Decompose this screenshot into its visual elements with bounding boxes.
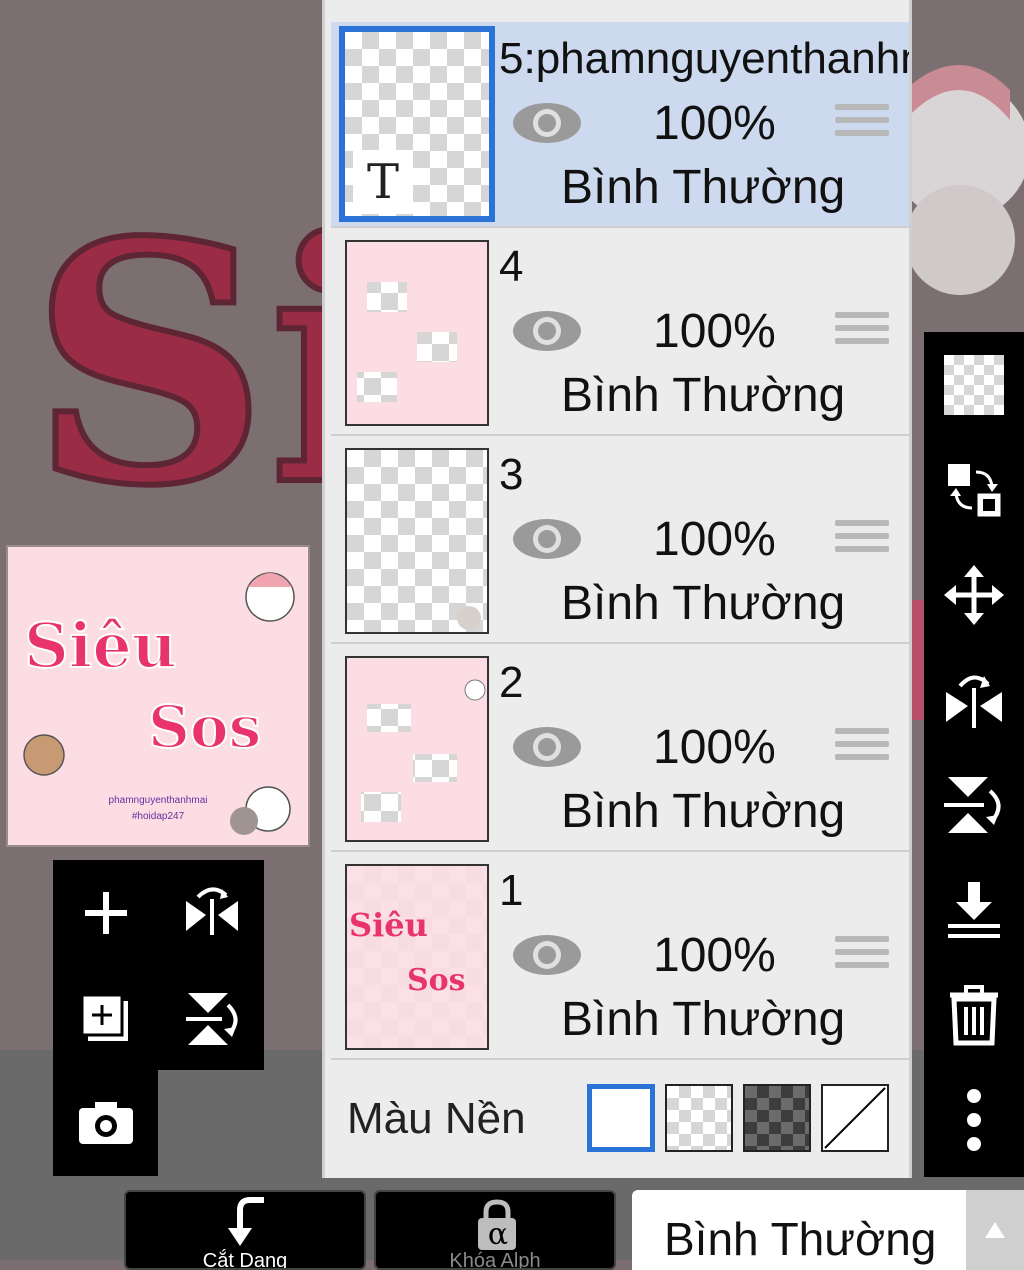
- preview-caption-tag: #hoidap247: [131, 811, 185, 822]
- visibility-eye-icon[interactable]: [511, 932, 583, 978]
- clipping-button[interactable]: Cắt Dạng: [124, 1190, 366, 1270]
- dropdown-arrow-icon[interactable]: [966, 1190, 1024, 1270]
- layer-opacity[interactable]: 100%: [653, 512, 776, 567]
- swap-layers-icon: [948, 463, 1001, 516]
- visibility-eye-icon[interactable]: [511, 308, 583, 354]
- layer-opacity[interactable]: 100%: [653, 304, 776, 359]
- layer-blend-mode: Bình Thường: [561, 993, 846, 1046]
- merge-down-icon: [948, 881, 1000, 938]
- alpha-lock-button[interactable]: α Khóa Alph: [374, 1190, 616, 1270]
- duplicate-layer-button[interactable]: [53, 966, 158, 1071]
- bear-sticker-left: [23, 734, 65, 776]
- bg-swatch-transparent[interactable]: [665, 1084, 733, 1152]
- plus-icon: [84, 891, 127, 934]
- bg-swatch-white[interactable]: [587, 1084, 655, 1152]
- copy-plus-icon: [80, 993, 128, 1041]
- flip-horizontal-right-button[interactable]: [924, 647, 1024, 752]
- layer-thumbnail: [345, 656, 489, 842]
- layer-panel: T 5:phamnguyenthanhmai 100% Bình Thường …: [322, 0, 912, 1178]
- layer-thumbnail: [345, 240, 489, 426]
- background-color-row: Màu Nền: [331, 1066, 909, 1170]
- drag-handle-icon[interactable]: [835, 728, 889, 768]
- visibility-eye-icon[interactable]: [511, 100, 583, 146]
- alpha-lock-label: Khóa Alph: [449, 1250, 541, 1270]
- flip-vertical-button[interactable]: [159, 966, 264, 1071]
- layer-name: 4: [499, 242, 524, 291]
- camera-icon: [78, 1101, 133, 1144]
- text-type-glyph: T: [367, 154, 400, 210]
- blend-mode-value: Bình Thường: [664, 1213, 937, 1265]
- preview-title-line1: Siêu: [24, 609, 177, 682]
- layer-row-4[interactable]: 4 100% Bình Thường: [331, 230, 909, 436]
- layer-thumbnail: [345, 448, 489, 634]
- left-tool-palette: [53, 860, 264, 1070]
- bg-swatch-dark-checker[interactable]: [743, 1084, 811, 1152]
- drag-handle-icon[interactable]: [835, 520, 889, 560]
- visibility-eye-icon[interactable]: [511, 724, 583, 770]
- preview-caption-name: phamnguyenthanhmai: [108, 795, 208, 806]
- layer-row-1[interactable]: Siêu Sos 1 100% Bình Thường: [331, 854, 909, 1060]
- background-color-label: Màu Nền: [347, 1094, 526, 1143]
- flip-vertical-icon: [185, 992, 237, 1045]
- layer-name: 5:phamnguyenthanhmai: [499, 34, 909, 83]
- visibility-eye-icon[interactable]: [511, 516, 583, 562]
- layer-name: 1: [499, 866, 524, 915]
- camera-button[interactable]: [53, 1070, 158, 1175]
- camera-tool-area: [53, 1070, 158, 1176]
- layer-blend-mode: Bình Thường: [561, 369, 846, 422]
- layer-blend-mode: Bình Thường: [561, 785, 846, 838]
- layer-row-2[interactable]: 2 100% Bình Thường: [331, 646, 909, 852]
- layer-name: 3: [499, 450, 524, 499]
- delete-layer-button[interactable]: [924, 962, 1024, 1067]
- layer-opacity[interactable]: 100%: [653, 720, 776, 775]
- bottom-bar: Cắt Dạng α Khóa Alph Bình Thường: [0, 1178, 1024, 1270]
- layer-thumbnail: T: [339, 26, 495, 222]
- layer-row-5[interactable]: T 5:phamnguyenthanhmai 100% Bình Thường: [331, 22, 909, 228]
- swap-button[interactable]: [924, 437, 1024, 542]
- layer-thumbnail: Siêu Sos: [345, 864, 489, 1050]
- layer-name: 2: [499, 658, 524, 707]
- layer-blend-mode: Bình Thường: [561, 577, 846, 630]
- layer-row-3[interactable]: 3 100% Bình Thường: [331, 438, 909, 644]
- layer-opacity[interactable]: 100%: [653, 96, 776, 151]
- drag-handle-icon[interactable]: [835, 104, 889, 144]
- bg-swatch-none[interactable]: [821, 1084, 889, 1152]
- clip-arrow-icon: [228, 1197, 264, 1246]
- move-button[interactable]: [924, 542, 1024, 647]
- blend-mode-select[interactable]: Bình Thường: [632, 1190, 1024, 1270]
- trash-icon: [950, 984, 998, 1045]
- flip-horizontal-icon: [185, 887, 238, 935]
- flip-horizontal-button[interactable]: [159, 860, 264, 965]
- merge-down-button[interactable]: [924, 857, 1024, 962]
- alpha-glyph: α: [487, 1217, 509, 1252]
- checkerboard-icon: [944, 354, 1004, 415]
- more-options-button[interactable]: [924, 1067, 1024, 1172]
- drag-handle-icon[interactable]: [835, 312, 889, 352]
- transparency-button[interactable]: [924, 332, 1024, 437]
- canvas-preview[interactable]: Siêu Sos phamnguyenthanhmai #hoidap247: [6, 545, 310, 847]
- right-tool-column: [924, 332, 1024, 1177]
- flip-vertical-right-button[interactable]: [924, 752, 1024, 857]
- diagonal-slash-icon: [824, 1087, 886, 1149]
- add-layer-button[interactable]: [53, 860, 158, 965]
- clipping-label: Cắt Dạng: [202, 1250, 288, 1270]
- flip-horizontal-icon: [946, 675, 1002, 728]
- move-arrows-icon: [944, 564, 1004, 625]
- more-vertical-icon: [967, 1088, 981, 1151]
- drag-handle-icon[interactable]: [835, 936, 889, 976]
- preview-title-line2: Sos: [148, 693, 261, 761]
- layer-opacity[interactable]: 100%: [653, 928, 776, 983]
- flip-vertical-icon: [944, 776, 1001, 833]
- layer-1-thumb-title-1: Siêu: [349, 906, 428, 944]
- text-layer-icon: T: [353, 150, 413, 214]
- layer-1-thumb-title-2: Sos: [407, 963, 466, 998]
- layer-blend-mode: Bình Thường: [561, 161, 846, 214]
